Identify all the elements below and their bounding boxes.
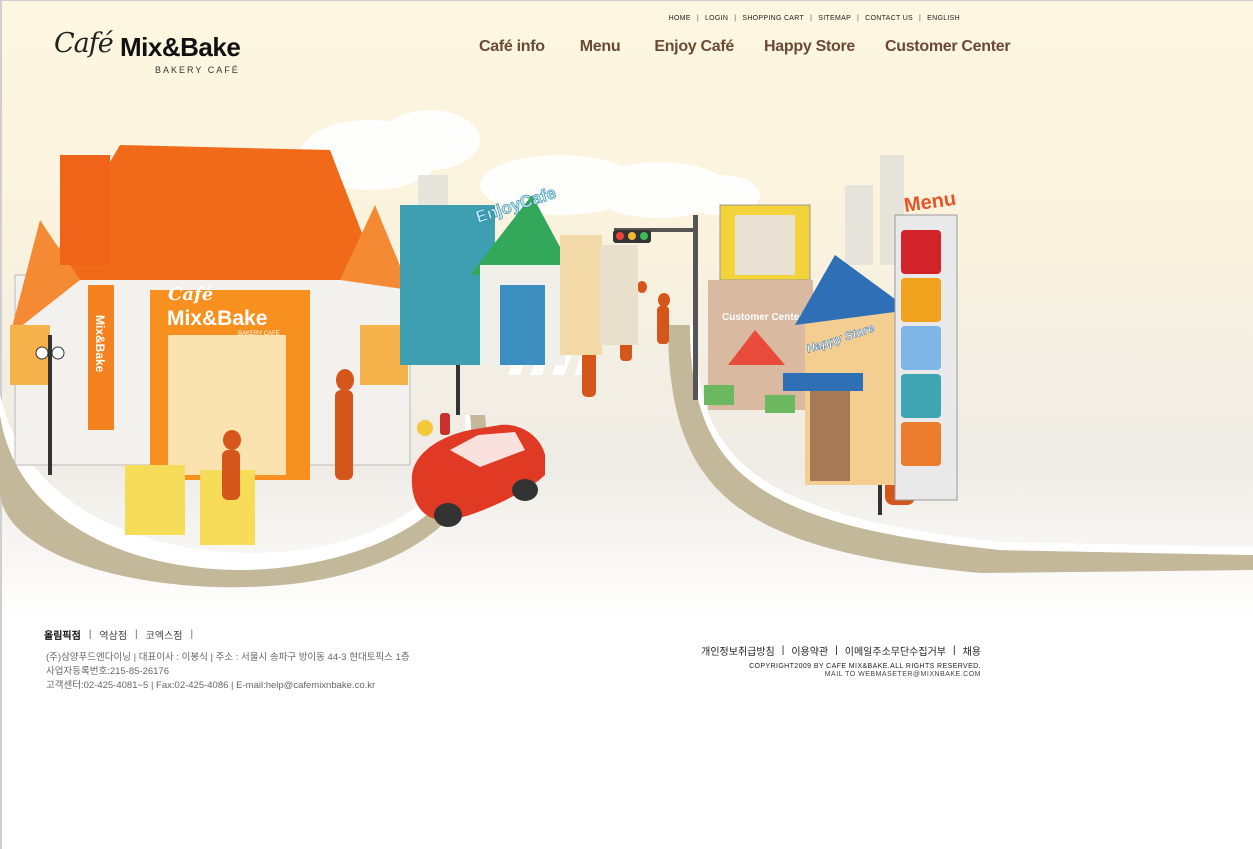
logo-name: Mix&Bake [120,32,241,62]
nav-enjoy-cafe[interactable]: Enjoy Café [654,38,734,56]
cafe-sign-script: Café [168,284,213,305]
util-link-sitemap[interactable]: SITEMAP [818,15,851,22]
company-line: (주)삼양푸드엔다이닝 | 대표이사 : 이봉식 | 주소 : 서울시 송파구 … [46,652,410,663]
cafe-sign-name: Mix&Bake [167,307,267,330]
biz-number-line: 사업자등록번호:215-85-26176 [46,666,169,677]
customer-center-sign: Customer Center [722,312,803,323]
util-link-english[interactable]: ENGLISH [927,15,960,22]
nav-happy-store[interactable]: Happy Store [764,38,855,56]
utility-nav: HOME | LOGIN | SHOPPING CART | SITEMAP | CON… [668,15,960,22]
main-nav: Café info Menu Enjoy Café Happy Store Cu… [479,38,1011,56]
contact-line: 고객센터:02-425-4081~5 | Fax:02-425-4086 | E… [46,680,376,691]
cafe-building [10,145,411,545]
footer-policies: 개인정보취급방침 | 이용약관 | 이메일주소무단수집거부 | 채용 COPYRIGH… [701,643,981,678]
fire-hydrant [440,413,450,435]
town-illustration: Café Mix&Bake BAKERY CAFE Mix&Bake Enjoy… [0,110,1253,588]
logo-tagline: BAKERY CAFÉ [155,65,240,75]
privacy-policy-link[interactable]: 개인정보취급방침 [701,643,775,658]
cafe-sign-sub: BAKERY CAFE [238,331,280,337]
store-link-olympic[interactable]: 올림픽점 [44,627,81,642]
terms-link[interactable]: 이용약관 [791,643,828,658]
webmaster-mail-link[interactable]: MAIL TO WEBMASETER@MIXNBAKE.COM [701,671,981,678]
red-car [411,424,545,527]
copyright: COPYRIGHT2009 BY CAFE MIX&BAKE.ALL RIGHT… [749,663,981,670]
util-link-login[interactable]: LOGIN [705,15,728,22]
store-link-coex[interactable]: 코엑스점 [146,627,183,642]
store-link-yeoksam[interactable]: 역삼점 [99,627,127,642]
util-link-cart[interactable]: SHOPPING CART [742,15,804,22]
util-link-contact[interactable]: CONTACT US [865,15,913,22]
flower-pot [417,420,433,436]
nav-menu[interactable]: Menu [580,38,621,56]
footer-company-info: 올림픽점 | 역삼점 | 코엑스점 | (주)삼양푸드엔다이닝 | 대표이사 : 이봉… [44,627,410,693]
email-refusal-link[interactable]: 이메일주소무단수집거부 [845,643,946,658]
recruit-link[interactable]: 채용 [963,643,981,658]
logo-script: Café [54,28,114,59]
util-link-home[interactable]: HOME [669,15,691,22]
menu-sign: Menu [903,188,958,217]
menu-board [894,214,958,501]
nav-customer-center[interactable]: Customer Center [885,38,1011,56]
enjoy-cafe-building [400,195,638,365]
store-links: 올림픽점 | 역삼점 | 코엑스점 | [44,627,194,642]
nav-cafe-info[interactable]: Café info [479,38,545,56]
vertical-sign: Mix&Bake [93,315,107,373]
